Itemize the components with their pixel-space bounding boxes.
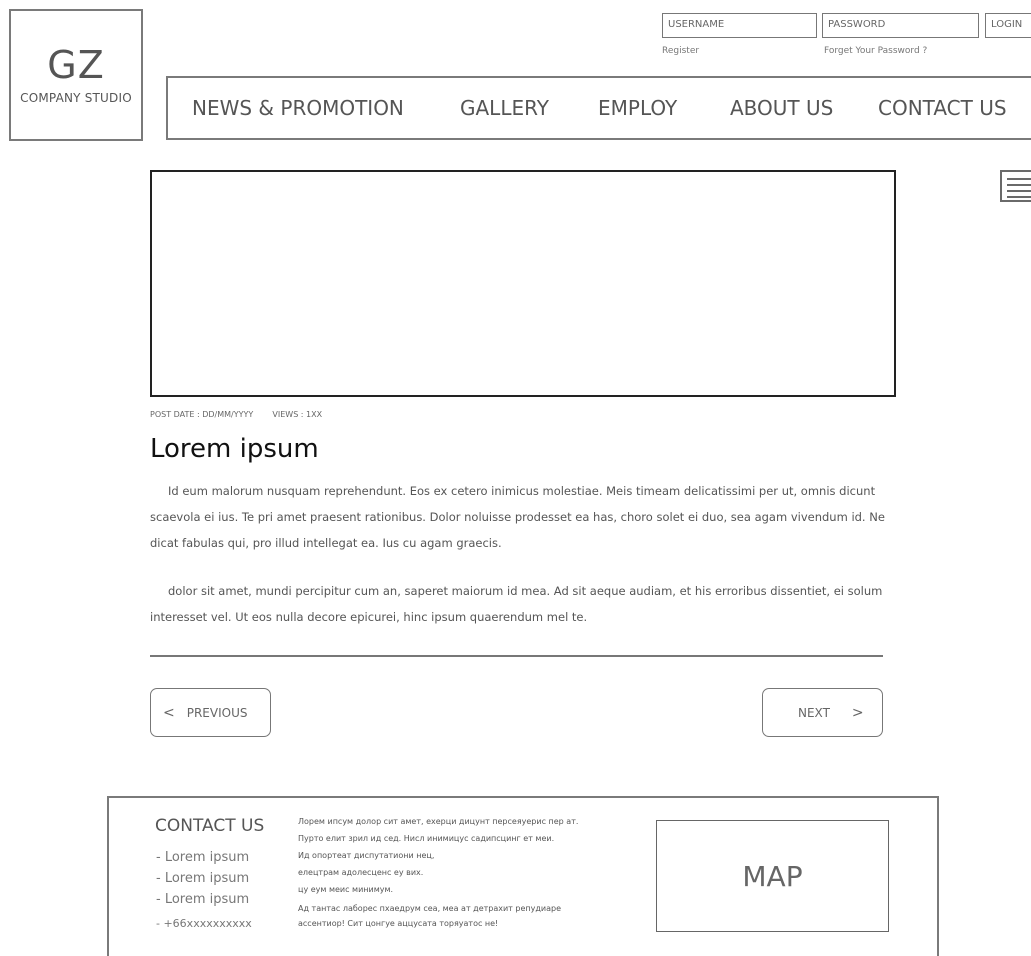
login-button[interactable]: LOGIN: [985, 13, 1031, 38]
post-views: VIEWS : 1XX: [272, 410, 323, 419]
logo-mark: GZ: [47, 43, 105, 87]
nav-item-news-promotion[interactable]: NEWS & PROMOTION: [192, 96, 404, 120]
previous-button[interactable]: < PREVIOUS: [150, 688, 271, 737]
previous-label: PREVIOUS: [186, 705, 248, 720]
article-paragraph: dolor sit amet, mundi percipitur cum an,…: [150, 584, 883, 624]
nav-item-gallery[interactable]: GALLERY: [460, 96, 549, 120]
footer-phone: - +66xxxxxxxxxx: [156, 917, 252, 930]
footer-text-line: Ад тантас лаборес пхаедрум сеа, меа ат д…: [298, 904, 561, 913]
post-meta: POST DATE : DD/MM/YYYY VIEWS : 1XX: [150, 410, 322, 419]
forgot-password-link[interactable]: Forget Your Password ?: [824, 46, 927, 56]
nav-item-employ[interactable]: EMPLOY: [598, 96, 677, 120]
next-label: NEXT: [798, 705, 830, 720]
article-hero-image: [150, 170, 896, 397]
nav-item-contact-us[interactable]: CONTACT US: [878, 96, 1007, 120]
map-label: MAP: [742, 859, 803, 893]
footer-text-line: ассентиор! Сит цонгуе аццусата торяуатос…: [298, 919, 499, 928]
article-title: Lorem ipsum: [150, 434, 319, 464]
next-button[interactable]: NEXT >: [762, 688, 883, 737]
password-input[interactable]: [828, 19, 973, 30]
footer-text-line: Лорем ипсум долор сит амет, ехерци дицун…: [298, 817, 579, 826]
footer-map[interactable]: MAP: [656, 820, 889, 932]
footer-text-line: Пурто елит зрил ид сед. Нисл инимицус са…: [298, 834, 555, 843]
chevron-right-icon: >: [851, 704, 864, 721]
register-link[interactable]: Register: [662, 46, 699, 56]
logo-subtitle: COMPANY STUDIO: [20, 91, 132, 105]
post-date: POST DATE : DD/MM/YYYY: [150, 410, 254, 419]
chevron-left-icon: <: [163, 704, 175, 721]
footer-contact-item: - Lorem ipsum: [156, 871, 250, 886]
footer-contact-item: - Lorem ipsum: [156, 892, 250, 907]
footer-contact-item: - Lorem ipsum: [156, 850, 250, 865]
hamburger-menu-icon[interactable]: [1000, 170, 1031, 202]
main-nav: NEWS & PROMOTION GALLERY EMPLOY ABOUT US…: [166, 76, 1031, 140]
footer-contact-title: CONTACT US: [155, 816, 265, 836]
company-logo[interactable]: GZ COMPANY STUDIO: [9, 9, 143, 141]
username-field[interactable]: [662, 13, 817, 38]
password-field[interactable]: [822, 13, 979, 38]
username-input[interactable]: [668, 19, 811, 30]
footer-text-line: Ид опортеат диспутатиони нец,: [298, 851, 435, 860]
nav-item-about-us[interactable]: ABOUT US: [730, 96, 833, 120]
article-paragraph: Id eum malorum nusquam reprehendunt. Eos…: [150, 484, 885, 550]
article-divider: [150, 655, 883, 657]
footer-text-line: елецтрам адолесценс еу вих.: [298, 868, 424, 877]
footer-text-line: цу еум меис минимум.: [298, 885, 394, 894]
